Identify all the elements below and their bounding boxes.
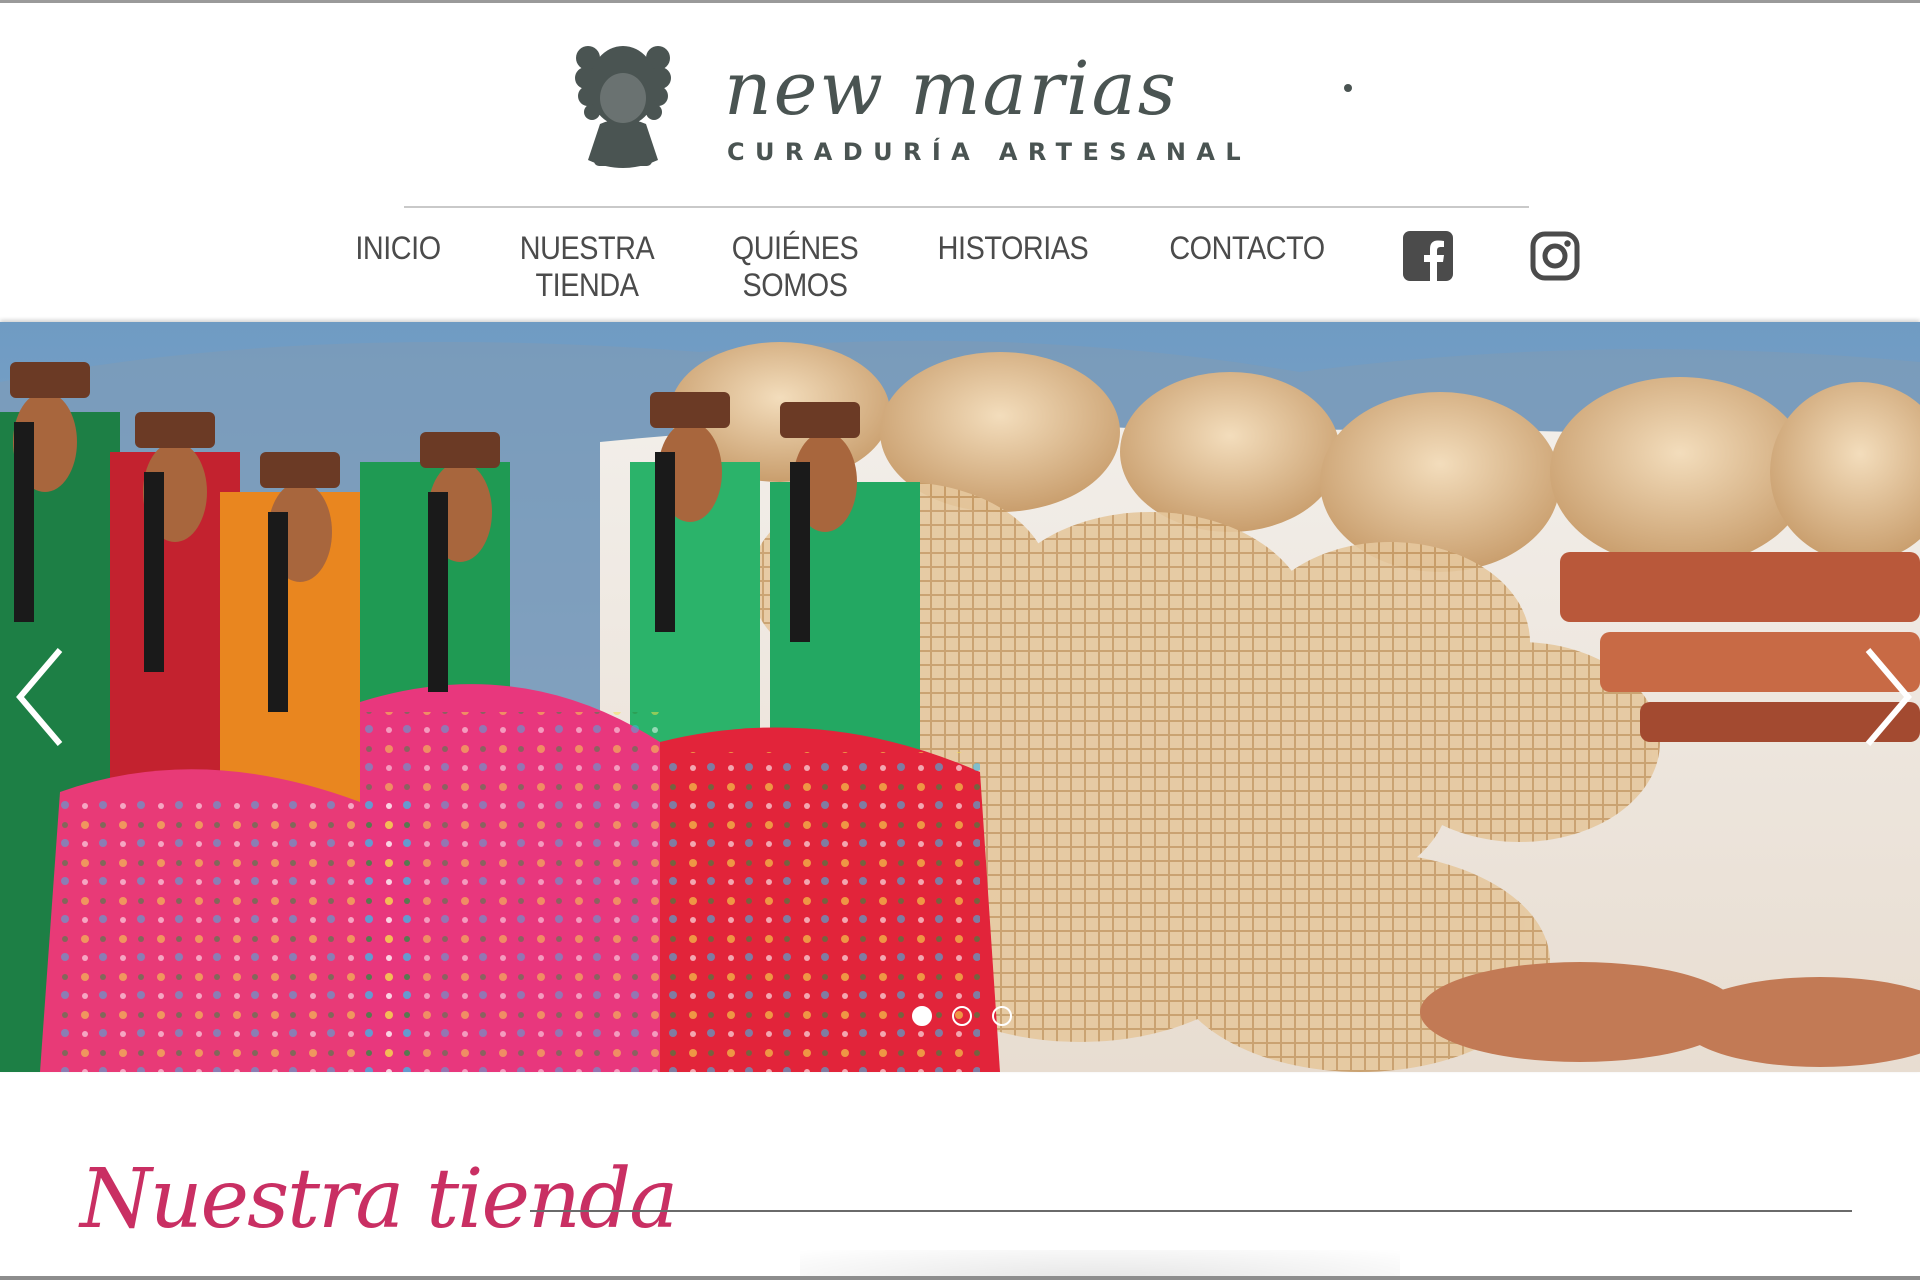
logo-tagline: CURADURÍA ARTESANAL <box>727 138 1252 166</box>
doll-logo-icon <box>575 46 671 168</box>
nav-nuestra-tienda-line1: NUESTRA <box>519 230 655 266</box>
hero-slide-image <box>0 322 1920 1072</box>
nav-quienes-somos-line1: QUIÉNES <box>731 230 859 266</box>
nav-historias-label: HISTORIAS <box>937 230 1089 266</box>
header-divider <box>404 206 1529 208</box>
top-border <box>0 0 1920 3</box>
logo-dot <box>1344 84 1352 92</box>
nav-quienes-somos[interactable]: QUIÉNES SOMOS <box>728 230 863 304</box>
section-title: Nuestra tienda <box>80 1152 678 1247</box>
bottom-border <box>0 1276 1920 1280</box>
nav-nuestra-tienda[interactable]: NUESTRA TIENDA <box>514 230 660 304</box>
section-divider <box>530 1210 1852 1212</box>
hero-carousel[interactable] <box>0 322 1920 1072</box>
carousel-dot-2[interactable] <box>952 1006 972 1026</box>
carousel-dot-1[interactable] <box>912 1006 932 1026</box>
nav-inicio-label: INICIO <box>355 230 441 266</box>
nav-contacto-label: CONTACTO <box>1169 230 1325 266</box>
nav-contacto[interactable]: CONTACTO <box>1168 230 1326 267</box>
carousel-dot-3[interactable] <box>992 1006 1012 1026</box>
chevron-left-icon[interactable] <box>10 642 70 752</box>
nav-nuestra-tienda-line2: TIENDA <box>535 267 639 303</box>
site-logo[interactable]: new marias CURADURÍA ARTESANAL <box>572 38 1362 178</box>
nav-quienes-somos-line2: SOMOS <box>742 267 848 303</box>
instagram-icon[interactable] <box>1530 231 1580 281</box>
nav-inicio[interactable]: INICIO <box>354 230 442 267</box>
facebook-icon[interactable] <box>1403 231 1453 281</box>
logo-wordmark: new marias <box>724 46 1178 132</box>
nav-historias[interactable]: HISTORIAS <box>936 230 1091 267</box>
chevron-right-icon[interactable] <box>1858 642 1918 752</box>
